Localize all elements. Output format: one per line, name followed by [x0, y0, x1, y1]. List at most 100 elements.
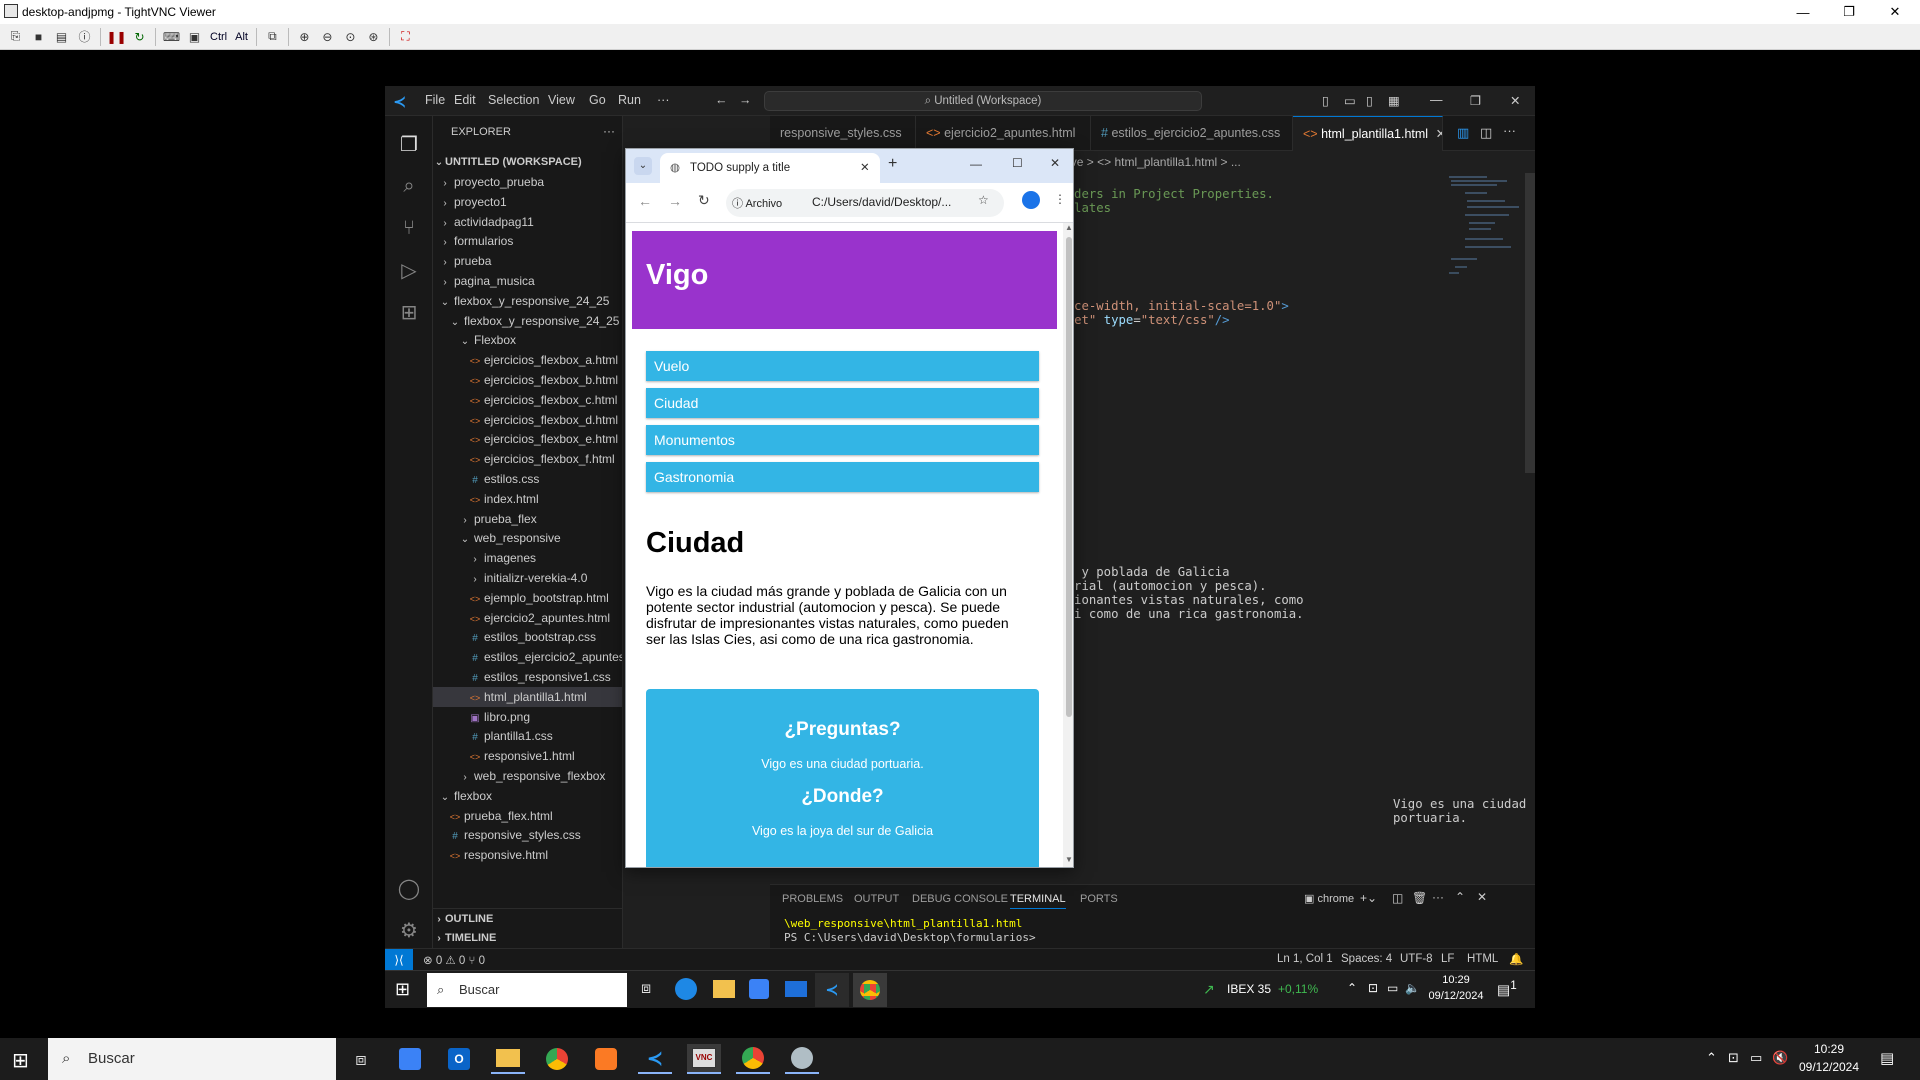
remote-tray-display-icon[interactable]: ▭: [1387, 981, 1398, 995]
url-text[interactable]: C:/Users/david/Desktop/...: [812, 195, 951, 209]
command-center-search[interactable]: ⌕ Untitled (Workspace): [764, 91, 1202, 111]
maximize-panel-icon[interactable]: ⌃: [1455, 890, 1465, 904]
tray-meet-icon[interactable]: ⊡: [1728, 1050, 1739, 1066]
remote-notifications-icon[interactable]: ▤1: [1497, 979, 1517, 999]
close-tab-icon[interactable]: ✕: [1436, 127, 1442, 141]
start-icon[interactable]: ⊞: [12, 1048, 29, 1073]
zoom-100-icon[interactable]: ⊙: [341, 27, 360, 46]
editor-more-icon[interactable]: ···: [1503, 123, 1516, 138]
chrome-minimize-button[interactable]: —: [970, 157, 982, 171]
menu-go[interactable]: Go: [589, 93, 606, 107]
tree-folder[interactable]: › actividadpag11: [433, 212, 622, 232]
panel-tab-debug-console[interactable]: DEBUG CONSOLE: [912, 893, 1008, 905]
tree-file[interactable]: <> html_plantilla1.html: [433, 686, 622, 707]
tree-folder[interactable]: › initializr-verekia-4.0: [433, 568, 622, 588]
tree-folder[interactable]: › prueba: [433, 251, 622, 271]
tree-file[interactable]: <> ejemplo_bootstrap.html: [433, 588, 622, 608]
pause-icon[interactable]: ❚❚: [106, 27, 126, 46]
clock-date[interactable]: 09/12/2024: [1796, 1060, 1862, 1074]
tab-ejercicio2-apuntes[interactable]: <> ejercicio2_apuntes.html: [916, 116, 1091, 151]
scroll-up-icon[interactable]: ▲: [1065, 223, 1073, 232]
tree-file[interactable]: <> ejercicios_flexbox_d.html: [433, 410, 622, 430]
remote-start-icon[interactable]: ⊞: [395, 979, 410, 1000]
outline-section[interactable]: › OUTLINE: [433, 908, 622, 928]
tree-file[interactable]: ▣ libro.png: [433, 707, 622, 727]
notifications-bell-icon[interactable]: 🔔: [1509, 952, 1523, 966]
tree-file[interactable]: # estilos.css: [433, 469, 622, 489]
new-terminal-icon[interactable]: +⌄: [1360, 891, 1377, 905]
kill-terminal-icon[interactable]: 🗑: [1412, 891, 1427, 905]
menu-item-gastronomia[interactable]: Gastronomia: [646, 462, 1039, 492]
minimize-button[interactable]: —: [1780, 0, 1826, 24]
profile-avatar-icon[interactable]: [1022, 191, 1040, 209]
toggle-secondary-sidebar-icon[interactable]: ▯: [1366, 93, 1373, 108]
vscode-close-button[interactable]: ✕: [1510, 93, 1520, 108]
panel-tab-ports[interactable]: PORTS: [1080, 893, 1118, 905]
panel-tab-terminal[interactable]: TERMINAL: [1010, 893, 1066, 909]
remote-vscode-taskbar-icon[interactable]: ≺: [815, 973, 849, 1007]
alt-key-button[interactable]: Alt: [233, 31, 250, 43]
tree-folder[interactable]: ⌄ flexbox_y_responsive_24_25: [433, 311, 622, 331]
menu-item-monumentos[interactable]: Monumentos: [646, 425, 1039, 455]
site-info-chip[interactable]: ⓘ Archivo: [732, 195, 782, 211]
problems-status[interactable]: ⊗ 0 ⚠ 0 ⑂ 0: [423, 953, 485, 967]
new-tab-icon[interactable]: +: [888, 155, 897, 173]
menu-view[interactable]: View: [548, 93, 575, 107]
language-status[interactable]: HTML: [1467, 953, 1498, 965]
restore-button[interactable]: ❐: [1826, 0, 1872, 24]
menu-item-ciudad[interactable]: Ciudad: [646, 388, 1039, 418]
tab-estilos-ejercicio2[interactable]: # estilos_ejercicio2_apuntes.css: [1091, 116, 1293, 151]
tree-file[interactable]: <> ejercicios_flexbox_e.html: [433, 429, 622, 449]
minimap[interactable]: [1447, 173, 1527, 293]
bookmark-star-icon[interactable]: ☆: [978, 193, 989, 207]
remote-clock-date[interactable]: 09/12/2024: [1428, 990, 1484, 1002]
tree-file[interactable]: <> ejercicios_flexbox_b.html: [433, 370, 622, 390]
remote-edge-icon[interactable]: [675, 978, 697, 1000]
cursor-position[interactable]: Ln 1, Col 1: [1277, 953, 1333, 965]
new-connection-icon[interactable]: ⎘: [6, 27, 25, 46]
panel-tab-problems[interactable]: PROBLEMS: [782, 893, 843, 905]
tree-folder[interactable]: ⌄ Flexbox: [433, 330, 622, 350]
accounts-icon[interactable]: ◯: [395, 874, 423, 902]
menu-file[interactable]: File: [425, 93, 445, 107]
tree-file[interactable]: <> ejercicios_flexbox_f.html: [433, 449, 622, 469]
panel-more-icon[interactable]: ···: [1432, 890, 1444, 904]
refresh-icon[interactable]: ↻: [130, 27, 149, 46]
chrome-taskbar-icon-1[interactable]: [540, 1044, 574, 1074]
remote-indicator-icon[interactable]: ⟩⟨: [385, 949, 413, 971]
remote-tray-chevron-icon[interactable]: ⌃: [1347, 981, 1357, 995]
vscode-taskbar-icon[interactable]: ≺: [638, 1044, 672, 1074]
tray-chevron-icon[interactable]: ⌃: [1706, 1050, 1717, 1066]
tree-folder[interactable]: › formularios: [433, 231, 622, 251]
tree-file[interactable]: # estilos_bootstrap.css: [433, 627, 622, 647]
menu-edit[interactable]: Edit: [454, 93, 476, 107]
tree-file[interactable]: #estilos_ejercicio2_apuntes.css: [433, 647, 622, 667]
chrome-close-button[interactable]: ✕: [1050, 156, 1060, 170]
forward-arrow-icon[interactable]: →: [739, 93, 752, 107]
chrome-tab[interactable]: ◍ TODO supply a title ✕: [660, 153, 880, 183]
remote-taskview-icon[interactable]: ⧈: [641, 980, 651, 998]
clipboard-icon[interactable]: ⧉: [263, 27, 282, 46]
toggle-panel-icon[interactable]: ▭: [1344, 93, 1356, 108]
terminal-prompt[interactable]: PS C:\Users\david\Desktop\formularios>: [784, 931, 1036, 944]
remote-tray-network-icon[interactable]: ⊡: [1368, 981, 1378, 995]
tree-file[interactable]: # estilos_responsive1.css: [433, 667, 622, 687]
timeline-section[interactable]: › TIMELINE: [433, 928, 622, 948]
eol-status[interactable]: LF: [1441, 953, 1454, 965]
encoding-status[interactable]: UTF-8: [1400, 953, 1433, 965]
scroll-down-icon[interactable]: ▼: [1065, 855, 1073, 864]
save-icon[interactable]: ■: [29, 27, 48, 46]
chrome-menu-icon[interactable]: ⋮: [1054, 192, 1066, 206]
tree-file[interactable]: <> responsive.html: [433, 845, 622, 865]
editor-scrollbar[interactable]: [1525, 173, 1535, 473]
menu-more[interactable]: ···: [657, 93, 670, 107]
tree-folder[interactable]: › prueba_flex: [433, 509, 622, 529]
tray-network-icon[interactable]: ▭: [1750, 1050, 1762, 1066]
remote-store-icon[interactable]: [749, 979, 769, 999]
customize-layout-icon[interactable]: ▦: [1388, 93, 1400, 108]
tightvnc-taskbar-icon[interactable]: VNC: [687, 1044, 721, 1074]
remote-tray-volume-icon[interactable]: 🔈: [1405, 981, 1420, 995]
tree-folder[interactable]: › imagenes: [433, 548, 622, 568]
explorer-icon[interactable]: ❐: [395, 130, 423, 158]
tree-folder[interactable]: › pagina_musica: [433, 271, 622, 291]
